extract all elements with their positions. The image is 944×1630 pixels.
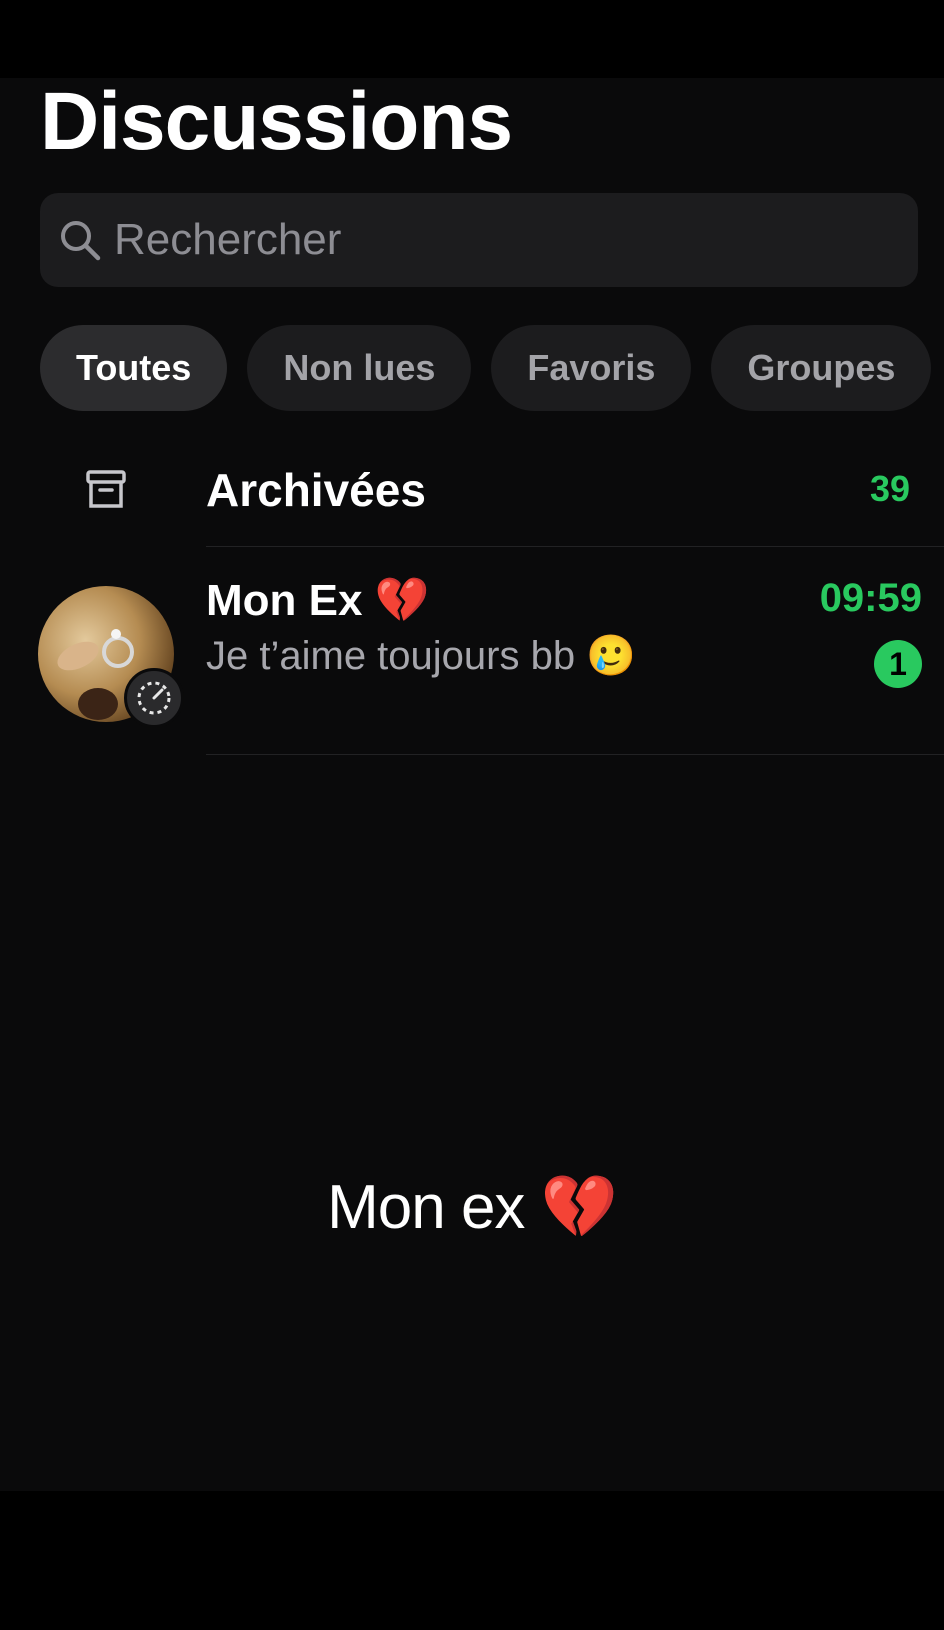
chat-preview-text: Je t’aime toujours bb (206, 634, 576, 678)
chat-name-text: Mon Ex (206, 576, 363, 625)
archive-box-icon (86, 470, 126, 508)
archived-label: Archivées (206, 464, 426, 516)
teary-smile-icon: 🥲 (586, 633, 637, 679)
broken-heart-icon: 💔 (374, 575, 430, 626)
filter-chip-favoris[interactable]: Favoris (491, 325, 692, 411)
filter-chip-groupes[interactable]: Groupes (711, 325, 932, 411)
chat-time: 09:59 (819, 576, 922, 620)
search-icon (61, 221, 101, 261)
status-ring-icon[interactable] (124, 668, 184, 728)
chat-preview: Je t’aime toujours bb 🥲 (206, 632, 636, 679)
search-placeholder: Rechercher (114, 215, 342, 264)
broken-heart-icon: 💔 (540, 1170, 618, 1243)
chat-list-item[interactable]: Mon Ex 💔 Je t’aime toujours bb 🥲 09:59 1 (0, 548, 944, 758)
search-bar[interactable]: Rechercher (40, 193, 918, 287)
filter-chips: Toutes Non lues Favoris Groupes (40, 325, 944, 411)
unread-badge: 1 (874, 640, 922, 688)
archived-row[interactable]: Archivées 39 (0, 438, 944, 546)
filter-chip-non-lues[interactable]: Non lues (247, 325, 472, 411)
caption-text: Mon ex (327, 1173, 525, 1242)
archived-count: 39 (869, 468, 910, 509)
filter-chip-toutes[interactable]: Toutes (40, 325, 228, 411)
chat-list-screen: Discussions Rechercher Toutes Non lues F… (0, 78, 944, 1491)
video-caption: Mon ex 💔 (0, 1170, 944, 1244)
page-title: Discussions (40, 78, 513, 167)
chat-name: Mon Ex 💔 (206, 574, 429, 626)
divider (206, 546, 944, 547)
divider (206, 754, 944, 755)
